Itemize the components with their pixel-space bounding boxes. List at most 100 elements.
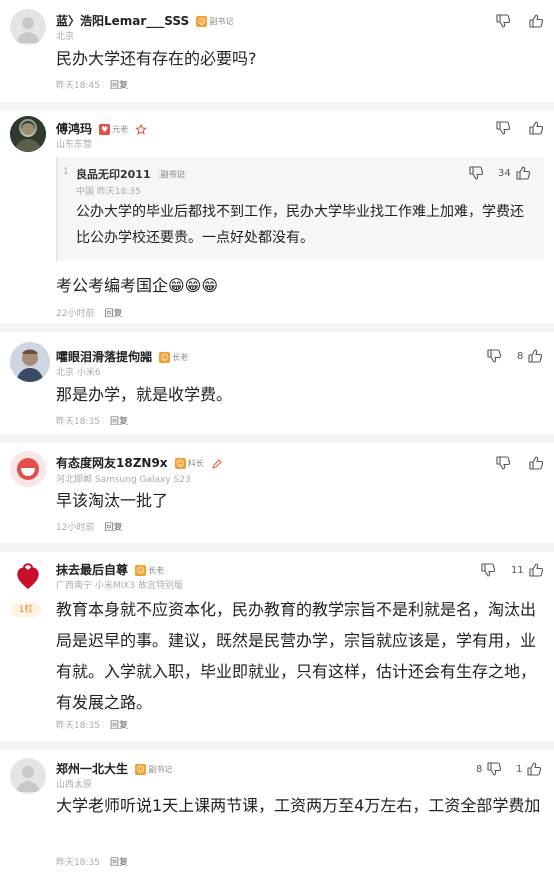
comment-time: 昨天18:45 <box>56 81 100 91</box>
user-location: 广西南宁 小米MIX3 故宫特别版 <box>56 581 184 591</box>
quote-dislike-button[interactable] <box>468 165 484 181</box>
badge-label: 长老 <box>172 352 189 362</box>
badge-label: 副书记 <box>148 764 173 774</box>
badge-icon: ☺ <box>196 15 208 27</box>
username[interactable]: 傅鸿玛 ♥ 元老 <box>56 120 148 137</box>
badge-icon: ☺ <box>135 763 147 775</box>
comment-text: 早该淘汰一批了 <box>56 491 169 510</box>
like-button[interactable]: 11 <box>511 562 544 578</box>
comment-text: 考公考编考国企😁😁😁 <box>56 276 219 295</box>
username-text: 嚯眼泪滑落提佝嘂 <box>56 350 153 364</box>
username[interactable]: 抹去最后自尊 ☺ 长老 <box>56 561 164 578</box>
user-location: 河北邯郸 Samsung Galaxy S23 <box>56 475 191 485</box>
username-text: 抹去最后自尊 <box>56 563 129 577</box>
separator <box>0 741 554 750</box>
like-button[interactable]: 1 <box>516 761 542 777</box>
quote-text: 公办大学的毕业后都找不到工作，民办大学毕业找工作难上加难，学费还比公办学校还要贵… <box>76 204 524 246</box>
comment-time: 22小时前 <box>56 309 95 319</box>
comment-text: 那是办学，就是收学费。 <box>56 385 233 404</box>
avatar[interactable] <box>10 342 50 382</box>
thumb-down-icon <box>495 13 511 29</box>
username-text: 蓝〉浩阳Lemar___SSS <box>56 14 190 28</box>
comment-footer: 22小时前 回复 <box>56 306 132 319</box>
floor-badge: 1杠 <box>11 603 41 617</box>
username-text: 郑州一北大生 <box>56 762 129 776</box>
username[interactable]: 嚯眼泪滑落提佝嘂 ☺ 长老 <box>56 348 188 365</box>
username-text: 傅鸿玛 <box>56 122 93 136</box>
dislike-button[interactable] <box>495 120 511 136</box>
badge-icon: ☺ <box>174 457 186 469</box>
comment-item: 抹去最后自尊 ☺ 长老 广西南宁 小米MIX3 故宫特别版 教育本身就不应资本化，… <box>0 552 554 741</box>
avatar[interactable] <box>10 758 46 794</box>
username[interactable]: 有态度网友18ZN9x ☺ 科长 <box>56 454 223 471</box>
username[interactable]: 郑州一北大生 ☺ 副书记 <box>56 760 172 777</box>
quote-location-time: 中国 昨天18:35 <box>76 187 141 197</box>
comment-item: 傅鸿玛 ♥ 元老 山东东营 1 良品无印2011 副书记 中国 昨天18:35 3… <box>0 111 554 332</box>
separator <box>0 543 554 552</box>
username-text: 有态度网友18ZN9x <box>56 456 168 470</box>
thumb-down-icon <box>468 165 484 181</box>
user-badge: ☺ 副书记 <box>196 15 234 28</box>
reply-button[interactable]: 回复 <box>110 721 128 731</box>
thumb-down-icon <box>486 348 502 364</box>
comment-item: 嚯眼泪滑落提佝嘂 ☺ 长老 北京 小米6 那是办学，就是收学费。 昨天18:35 回… <box>0 332 554 434</box>
like-button[interactable] <box>528 455 544 471</box>
comment-time: 昨天18:35 <box>56 858 100 868</box>
dislike-button[interactable] <box>486 348 502 364</box>
reply-button[interactable]: 回复 <box>110 858 128 868</box>
badge-label: 长老 <box>148 565 165 575</box>
comment-item: 蓝〉浩阳Lemar___SSS ☺ 副书记 北京 民办大学还有存在的必要吗? 昨天… <box>0 0 554 100</box>
medal-icon <box>135 123 148 135</box>
user-badge: ♥ 元老 <box>99 123 129 136</box>
comment-text: 大学老师听说1天上课两节课，工资两万至4万左右，工资全部学费加 <box>56 796 541 815</box>
comment-time: 昨天18:35 <box>56 721 100 731</box>
comment-text: 民办大学还有存在的必要吗? <box>56 49 257 68</box>
thumb-down-icon <box>495 455 511 471</box>
thumb-up-icon <box>526 761 542 777</box>
separator <box>0 323 554 332</box>
thumb-down-icon <box>486 761 502 777</box>
reply-button[interactable]: 回复 <box>110 81 128 91</box>
dislike-button[interactable] <box>495 455 511 471</box>
badge-label: 副书记 <box>209 16 234 26</box>
comment-item: 有态度网友18ZN9x ☺ 科长 河北邯郸 Samsung Galaxy S23 … <box>0 443 554 543</box>
badge-icon: ☺ <box>159 351 171 363</box>
quote-floor: 1 <box>63 167 69 177</box>
thumb-down-icon <box>495 120 511 136</box>
like-button[interactable] <box>528 120 544 136</box>
thumb-up-icon <box>515 165 531 181</box>
quote-username-text: 良品无印2011 <box>76 168 151 181</box>
quote-like-button[interactable]: 34 <box>498 165 531 181</box>
comment-footer: 昨天18:35 回复 <box>56 855 138 868</box>
like-count: 11 <box>511 564 524 576</box>
reply-button[interactable]: 回复 <box>104 309 122 319</box>
comment-footer: 昨天18:45 回复 <box>56 78 138 91</box>
avatar[interactable] <box>10 558 46 594</box>
thumb-up-icon <box>528 120 544 136</box>
badge-label: 元老 <box>112 124 129 134</box>
thumb-up-icon <box>528 562 544 578</box>
avatar[interactable] <box>10 116 46 152</box>
username[interactable]: 蓝〉浩阳Lemar___SSS ☺ 副书记 <box>56 12 233 29</box>
user-location: 山西太原 <box>56 780 93 790</box>
user-location: 山东东营 <box>56 140 93 150</box>
user-location: 北京 小米6 <box>56 368 101 378</box>
user-badge: ☺ 副书记 <box>135 763 173 776</box>
user-location: 北京 <box>56 32 75 42</box>
reply-button[interactable]: 回复 <box>104 523 122 533</box>
avatar[interactable] <box>10 9 46 45</box>
like-button[interactable] <box>528 13 544 29</box>
quoted-comment[interactable]: 1 良品无印2011 副书记 中国 昨天18:35 34 公办大学的毕业后都找不… <box>56 157 544 261</box>
comment-item: 郑州一北大生 ☺ 副书记 山西太原 大学老师听说1天上课两节课，工资两万至4万左右… <box>0 750 554 889</box>
comment-footer: 12小时前 回复 <box>56 520 132 533</box>
dislike-button[interactable] <box>495 13 511 29</box>
avatar[interactable] <box>10 451 46 487</box>
like-button[interactable]: 8 <box>517 348 543 364</box>
dislike-count: 8 <box>476 763 483 775</box>
quote-username[interactable]: 良品无印2011 副书记 <box>76 166 188 182</box>
dislike-button[interactable] <box>480 562 496 578</box>
dislike-button[interactable]: 8 <box>476 761 502 777</box>
reply-button[interactable]: 回复 <box>110 417 128 427</box>
user-badge: ☺ 长老 <box>135 564 165 577</box>
separator <box>0 434 554 443</box>
